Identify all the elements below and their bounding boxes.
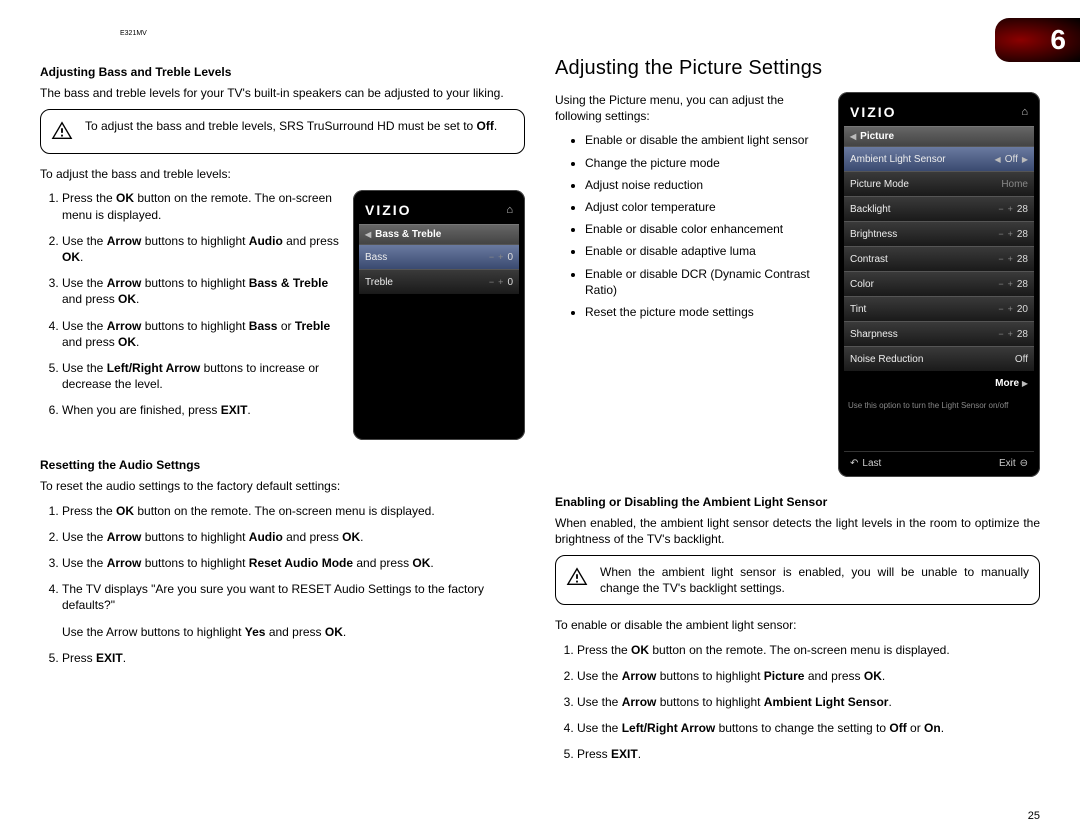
osd-brand: VIZIO — [850, 104, 897, 120]
note-text: To adjust the bass and treble levels, SR… — [85, 118, 514, 134]
warning-icon — [51, 120, 73, 145]
model-number: E321MV — [120, 30, 1040, 37]
heading-bass-treble: Adjusting Bass and Treble Levels — [40, 65, 525, 79]
steps-ambient-light: Press the OK button on the remote. The o… — [555, 642, 1040, 763]
note-ambient-light: When the ambient light sensor is enabled… — [555, 555, 1040, 605]
back-arrow-icon: ◀ — [850, 132, 856, 141]
osd-brand: VIZIO — [365, 202, 412, 218]
intro-reset-audio: To reset the audio settings to the facto… — [40, 478, 525, 494]
osd-picture: VIZIO ⌂ ◀Picture Ambient Light Sensor ◀O… — [838, 92, 1040, 477]
osd-hint: Use this option to turn the Light Sensor… — [844, 395, 1034, 421]
note-srs-off: To adjust the bass and treble levels, SR… — [40, 109, 525, 154]
right-column: Adjusting the Picture Settings VIZIO ⌂ ◀… — [555, 57, 1040, 772]
section-title-picture: Adjusting the Picture Settings — [555, 57, 1040, 80]
osd-bass-treble: VIZIO ⌂ ◀Bass & Treble Bass −+0 Treble −… — [353, 190, 525, 440]
heading-reset-audio: Resetting the Audio Settngs — [40, 458, 525, 472]
home-icon: ⌂ — [506, 204, 513, 216]
chapter-number: 6 — [1050, 24, 1066, 56]
note-text: When the ambient light sensor is enabled… — [600, 564, 1029, 596]
warning-icon — [566, 566, 588, 591]
steps-reset-audio: Press the OK button on the remote. The o… — [40, 503, 525, 666]
back-icon: ↶ — [850, 458, 858, 469]
left-column: Adjusting Bass and Treble Levels The bas… — [40, 57, 525, 772]
exit-icon: ⊖ — [1020, 458, 1028, 469]
page-number: 25 — [1028, 810, 1040, 822]
home-icon: ⌂ — [1021, 106, 1028, 118]
manual-page: 6 E321MV Adjusting Bass and Treble Level… — [0, 0, 1080, 834]
intro-picture: Using the Picture menu, you can adjust t… — [555, 92, 815, 124]
intro-bass-treble: The bass and treble levels for your TV's… — [40, 85, 525, 101]
lead-bass-treble: To adjust the bass and treble levels: — [40, 166, 525, 182]
heading-ambient-light: Enabling or Disabling the Ambient Light … — [555, 495, 1040, 509]
chapter-badge: 6 — [995, 18, 1080, 62]
intro-ambient-light: When enabled, the ambient light sensor d… — [555, 515, 1040, 547]
back-arrow-icon: ◀ — [365, 230, 371, 239]
lead-ambient-light: To enable or disable the ambient light s… — [555, 617, 1040, 633]
